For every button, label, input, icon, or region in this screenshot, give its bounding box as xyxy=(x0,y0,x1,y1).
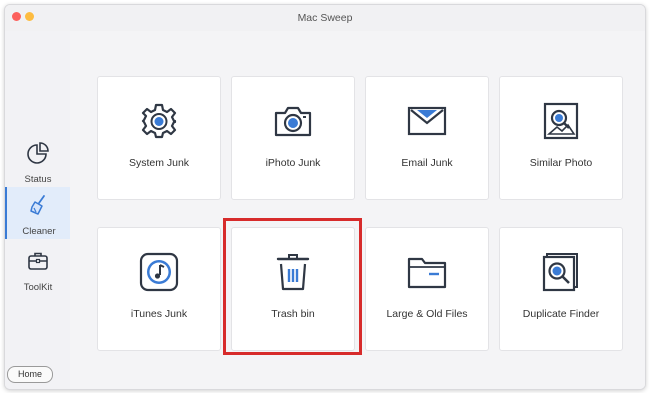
card-label: Similar Photo xyxy=(529,157,593,169)
music-icon xyxy=(139,252,179,292)
card-iphoto-junk[interactable]: iPhoto Junk xyxy=(231,76,355,200)
card-label: Large & Old Files xyxy=(386,308,468,320)
sidebar-item-status[interactable]: Status xyxy=(7,135,69,187)
card-large-old-files[interactable]: Large & Old Files xyxy=(365,227,489,351)
app-window: Mac Sweep Status Cleaner ToolKit Home Sy… xyxy=(4,4,646,390)
window-title: Mac Sweep xyxy=(297,12,353,24)
card-label: iPhoto Junk xyxy=(265,157,321,169)
toolbox-icon xyxy=(28,252,48,270)
sidebar: Status Cleaner ToolKit Home xyxy=(5,31,71,389)
folder-icon xyxy=(407,257,447,289)
image-search-icon xyxy=(543,102,579,140)
camera-icon xyxy=(274,106,312,137)
card-duplicate-finder[interactable]: Duplicate Finder xyxy=(499,227,623,351)
card-label: Duplicate Finder xyxy=(522,308,600,320)
sidebar-item-cleaner[interactable]: Cleaner xyxy=(5,187,71,239)
sidebar-item-label: Cleaner xyxy=(22,226,56,237)
title-bar: Mac Sweep xyxy=(5,5,645,31)
card-itunes-junk[interactable]: iTunes Junk xyxy=(97,227,221,351)
envelope-icon xyxy=(407,106,447,136)
card-similar-photo[interactable]: Similar Photo xyxy=(499,76,623,200)
card-email-junk[interactable]: Email Junk xyxy=(365,76,489,200)
highlight-box xyxy=(223,218,362,355)
card-system-junk[interactable]: System Junk xyxy=(97,76,221,200)
card-label: System Junk xyxy=(128,157,190,169)
pie-chart-icon xyxy=(27,142,49,164)
home-button[interactable]: Home xyxy=(7,366,53,383)
sidebar-item-label: Status xyxy=(24,174,52,185)
card-label: Email Junk xyxy=(401,157,453,169)
sidebar-item-toolkit[interactable]: ToolKit xyxy=(7,243,69,295)
sidebar-item-label: ToolKit xyxy=(23,282,53,293)
broom-icon xyxy=(30,195,45,215)
duplicate-search-icon xyxy=(542,253,578,292)
gear-icon xyxy=(141,103,177,139)
card-label: iTunes Junk xyxy=(130,308,188,320)
